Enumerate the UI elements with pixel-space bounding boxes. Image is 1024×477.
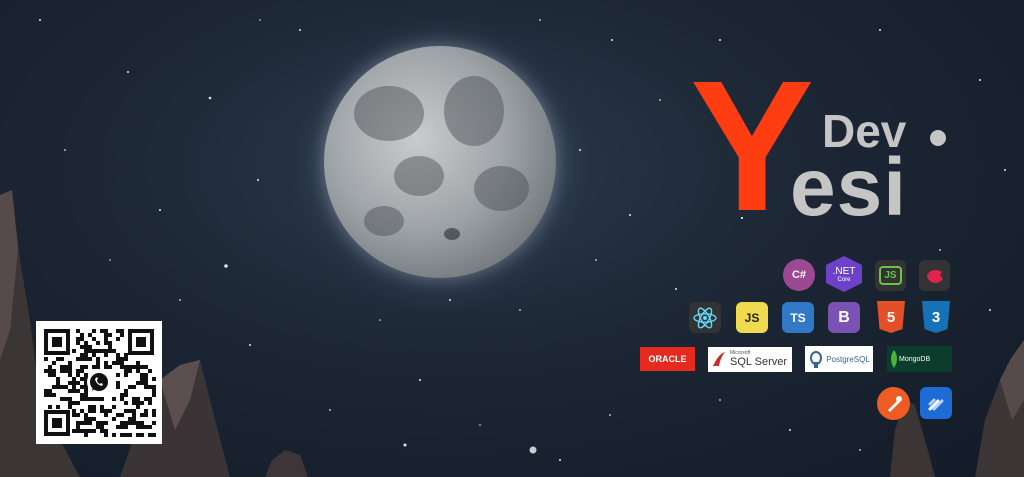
yesi-dev-logo: Y Dev esi — [690, 54, 960, 240]
typescript-icon: TS — [782, 302, 814, 333]
javascript-label: JS — [744, 310, 760, 325]
nodejs-icon: JS — [875, 260, 906, 291]
whatsapp-icon — [87, 370, 111, 394]
dotnet-label: .NET — [832, 265, 856, 277]
oracle-logo: ORACLE — [640, 347, 695, 371]
profile-banner: Y Dev esi C# .NET Core JS JS TS B 5 3 OR… — [0, 0, 1024, 477]
react-icon — [689, 302, 721, 333]
mongodb-logo: MongoDB — [887, 346, 952, 372]
logo-dot — [930, 130, 946, 146]
html5-label: 5 — [886, 308, 896, 326]
css3-icon: 3 — [922, 301, 950, 333]
bootstrap-icon: B — [828, 302, 860, 333]
logo-name: esi — [790, 142, 907, 233]
qr-finder-bottom-left — [44, 410, 70, 436]
javascript-icon: JS — [736, 302, 768, 333]
dotnet-sublabel: Core — [837, 276, 851, 283]
postman-icon — [877, 387, 910, 420]
postgresql-label: PostgreSQL — [826, 354, 870, 364]
nodejs-label: JS — [879, 266, 902, 285]
bootstrap-label: B — [838, 308, 850, 326]
postgresql-logo: PostgreSQL — [805, 346, 873, 372]
sql-server-logo: Microsoft SQL Server — [708, 347, 792, 372]
css3-label: 3 — [931, 308, 941, 326]
csharp-label: C# — [791, 269, 807, 281]
csharp-icon: C# — [783, 259, 815, 291]
oracle-label: ORACLE — [648, 354, 687, 364]
html5-icon: 5 — [877, 301, 905, 333]
typescript-label: TS — [790, 310, 806, 325]
mongodb-label: MongoDB — [899, 355, 931, 363]
qr-finder-top-right — [128, 329, 154, 355]
whatsapp-qr-code[interactable] — [36, 321, 162, 444]
nestjs-icon — [919, 260, 950, 291]
sql-server-label: SQL Server — [730, 355, 788, 368]
qr-finder-top-left — [44, 329, 70, 355]
jira-icon — [920, 387, 952, 419]
